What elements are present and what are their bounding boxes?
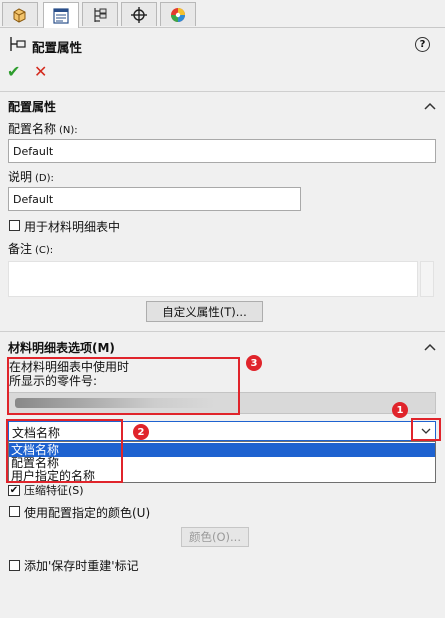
notes-textarea[interactable] [8,261,418,297]
ok-button[interactable]: ✔ [7,62,20,81]
description-field[interactable]: Default [8,187,301,211]
dimxpert-manager-tab[interactable] [121,2,157,26]
use-in-bom-checkbox[interactable] [9,220,20,231]
suppress-features-checkbox[interactable]: ✔ [8,485,20,496]
description-label: 说明 (D): [8,170,54,184]
configuration-manager-tab[interactable] [82,2,118,26]
config-name-label: 配置名称 (N): [8,122,78,136]
notes-label: 备注 (C): [8,242,54,256]
configuration-icon [9,36,27,52]
divider [0,91,445,92]
annotation-badge-2: 2 [133,424,149,440]
annotation-badge-1: 1 [392,402,408,418]
collapse-chevron-icon[interactable] [424,102,436,110]
rebuild-mark-checkbox[interactable] [9,560,20,571]
manager-tab-strip [0,0,445,28]
feature-manager-tab[interactable] [2,2,38,26]
annotation-box-1 [411,418,441,441]
property-manager-icon [53,7,69,24]
divider [0,331,445,332]
display-manager-tab[interactable] [160,2,196,26]
use-config-color-checkbox[interactable] [9,506,20,517]
use-in-bom-label: 用于材料明细表中 [24,220,121,234]
annotation-box-3 [7,357,240,415]
rebuild-mark-label: 添加'保存时重建'标记 [24,559,139,573]
custom-properties-button[interactable]: 自定义属性(T)... [146,301,263,322]
bom-options-title: 材料明细表选项(M) [8,341,115,355]
dimxpert-icon [131,6,147,23]
configuration-manager-icon [94,7,107,22]
config-properties-title: 配置属性 [8,100,57,114]
use-config-color-label: 使用配置指定的颜色(U) [24,506,151,520]
cancel-button[interactable]: ✕ [34,62,47,81]
property-manager-tab[interactable] [43,2,79,28]
suppress-features-label: 压缩特征(S) [24,484,84,497]
display-manager-icon [171,7,185,22]
annotation-badge-3: 3 [246,355,262,371]
annotation-box-2 [6,419,123,483]
collapse-chevron-icon[interactable] [424,343,436,351]
feature-manager-icon [13,7,26,23]
color-button[interactable]: 颜色(O)... [181,527,249,547]
config-name-field[interactable]: Default [8,139,436,163]
notes-scrollbar[interactable] [420,261,434,297]
page-title: 配置属性 [32,40,83,55]
help-icon[interactable]: ? [415,37,430,52]
